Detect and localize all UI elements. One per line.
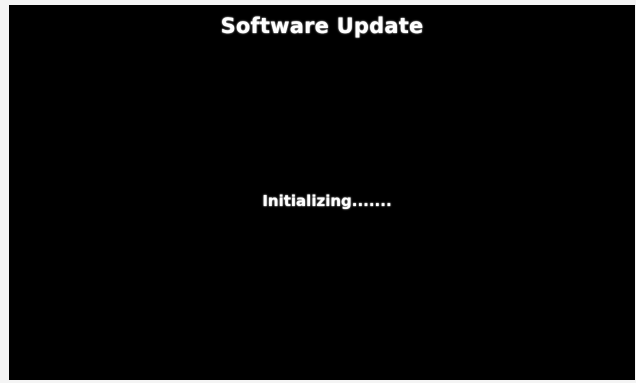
page-title: Software Update: [220, 14, 424, 38]
update-screen: Software Update Initializing.......: [9, 5, 635, 380]
status-message: Initializing.......: [262, 192, 392, 210]
device-frame: Software Update Initializing.......: [0, 0, 636, 383]
